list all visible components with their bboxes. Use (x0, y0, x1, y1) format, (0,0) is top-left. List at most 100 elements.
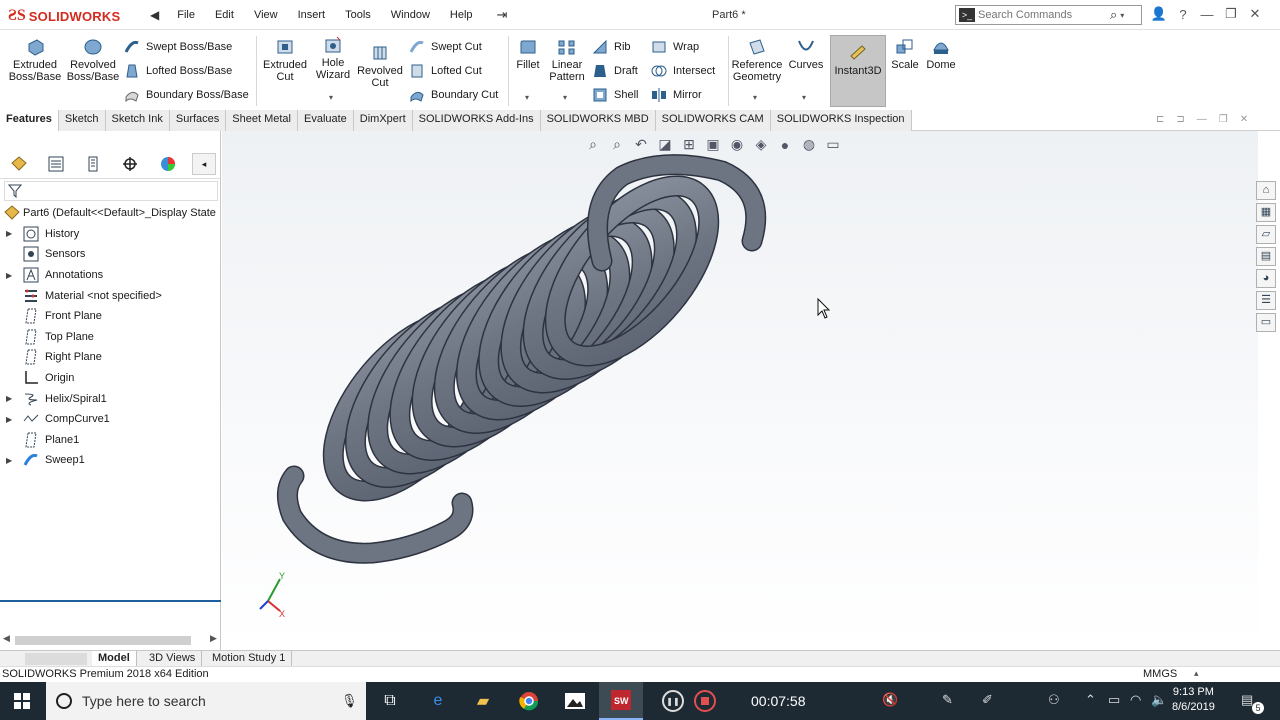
tree-item-plane1[interactable]: Plane1 (0, 430, 221, 451)
mirror-button[interactable]: Mirror (651, 87, 702, 103)
doc-minimize-icon[interactable]: — (1197, 114, 1207, 125)
doc-restore-icon[interactable]: ❐ (1219, 114, 1228, 125)
fillet-dropdown-icon[interactable]: ▾ (525, 93, 529, 102)
curves-dropdown-icon[interactable]: ▾ (802, 93, 806, 102)
user-icon[interactable]: 👤 (1150, 6, 1168, 22)
lofted-cut-button[interactable]: Lofted Cut (409, 63, 482, 79)
expand-icon[interactable]: ▶ (6, 229, 12, 238)
pause-button[interactable]: ❚❚ (662, 690, 684, 712)
solidworks-taskbar-icon[interactable]: SW (599, 682, 643, 720)
edge-icon[interactable]: e (416, 682, 460, 720)
fillet-button[interactable]: Fillet (512, 38, 544, 71)
file-explorer-taskbar-icon[interactable]: ▰ (461, 682, 505, 720)
tab-sheet-metal[interactable]: Sheet Metal (226, 110, 298, 131)
revolved-cut-button[interactable]: Revolved Cut (356, 44, 404, 89)
dome-button[interactable]: Dome (924, 38, 958, 71)
tree-item-material[interactable]: Material <not specified> (0, 285, 221, 306)
intersect-button[interactable]: Intersect (651, 63, 715, 79)
mute-icon[interactable]: 🔇 (882, 692, 898, 708)
microphone-icon[interactable]: 🎙 (341, 693, 358, 709)
feature-manager-tab[interactable] (7, 153, 31, 175)
tree-item-helix[interactable]: ▶ Helix/Spiral1 (0, 388, 221, 409)
lofted-boss-button[interactable]: Lofted Boss/Base (124, 63, 232, 79)
tab-surfaces[interactable]: Surfaces (169, 110, 227, 131)
tab-cam[interactable]: SOLIDWORKS CAM (655, 110, 771, 131)
forum-icon[interactable]: ▭ (1256, 313, 1276, 332)
tree-item-annotations[interactable]: ▶ Annotations (0, 265, 221, 286)
panel-scroll-icon[interactable]: ◂ (192, 153, 216, 175)
scroll-right-icon[interactable]: ▶ (210, 633, 217, 644)
swept-cut-button[interactable]: Swept Cut (409, 39, 482, 55)
tree-item-top-plane[interactable]: Top Plane (0, 327, 221, 348)
tree-item-right-plane[interactable]: Right Plane (0, 347, 221, 368)
minimize-icon[interactable]: — (1198, 7, 1216, 22)
help-icon[interactable]: ? (1174, 7, 1192, 22)
instant3d-button[interactable]: Instant3D (830, 35, 886, 107)
display-manager-tab[interactable] (156, 153, 180, 175)
extruded-cut-button[interactable]: Extruded Cut (260, 38, 310, 83)
chrome-icon[interactable] (507, 682, 551, 720)
show-hidden-icons[interactable]: ⌃ (1085, 692, 1096, 708)
boundary-boss-button[interactable]: Boundary Boss/Base (124, 87, 249, 103)
rib-button[interactable]: Rib (592, 39, 631, 55)
menu-help[interactable]: Help (440, 7, 483, 23)
hole-wizard-dropdown-icon[interactable]: ▾ (329, 93, 333, 102)
extruded-boss-button[interactable]: Extruded Boss/Base (8, 38, 62, 83)
magnifier-icon[interactable]: ⌕ (1110, 7, 1117, 23)
wrap-button[interactable]: Wrap (651, 39, 699, 55)
spring-model[interactable]: Y X (222, 131, 1258, 650)
tree-item-origin[interactable]: Origin (0, 368, 221, 389)
pin-icon[interactable]: ⇥ (497, 7, 508, 23)
doc-tile-right-icon[interactable]: ⊐ (1176, 114, 1184, 125)
task-view-icon[interactable]: ⧉ (368, 682, 412, 720)
tree-root-part[interactable]: Part6 (Default<<Default>_Display State (0, 203, 221, 224)
draw-off-icon[interactable]: ✎ (942, 692, 953, 708)
tab-sketch-ink[interactable]: Sketch Ink (105, 110, 170, 131)
photos-icon[interactable] (553, 682, 597, 720)
menu-tools[interactable]: Tools (335, 7, 381, 23)
taskbar-search[interactable]: Type here to search 🎙 (46, 682, 366, 720)
shell-button[interactable]: Shell (592, 87, 638, 103)
volume-icon[interactable]: 🔈 (1151, 692, 1167, 708)
view-palette-icon[interactable]: ▤ (1256, 247, 1276, 266)
tab-model[interactable]: Model (92, 651, 137, 666)
expand-icon[interactable]: ▶ (6, 456, 12, 465)
pen-icon[interactable]: ✐ (982, 692, 993, 708)
tree-item-front-plane[interactable]: Front Plane (0, 306, 221, 327)
doc-close-icon[interactable]: ✕ (1240, 114, 1248, 125)
close-icon[interactable]: ✕ (1246, 6, 1264, 22)
appearances-icon[interactable]: ◕ (1256, 269, 1276, 288)
boundary-cut-button[interactable]: Boundary Cut (409, 87, 498, 103)
wifi-icon[interactable]: ◠ (1130, 692, 1141, 708)
menu-edit[interactable]: Edit (205, 7, 244, 23)
linear-pattern-button[interactable]: Linear Pattern (546, 38, 588, 83)
tab-mbd[interactable]: SOLIDWORKS MBD (540, 110, 656, 131)
expand-icon[interactable]: ▶ (6, 415, 12, 424)
menu-window[interactable]: Window (381, 7, 440, 23)
graphics-area[interactable]: ⌕ ⌕ ↶ ◪ ⊞ ▣ ◉ ◈ ● ◍ ▭ Y X (222, 131, 1258, 650)
tree-item-sensors[interactable]: Sensors (0, 244, 221, 265)
tab-sketch[interactable]: Sketch (58, 110, 106, 131)
rollback-bar[interactable] (0, 600, 221, 602)
tree-item-compcurve[interactable]: ▶ CompCurve1 (0, 409, 221, 430)
tab-evaluate[interactable]: Evaluate (297, 110, 354, 131)
tab-dimxpert[interactable]: DimXpert (353, 110, 413, 131)
reference-geometry-dropdown-icon[interactable]: ▾ (753, 93, 757, 102)
revolved-boss-button[interactable]: Revolved Boss/Base (66, 38, 120, 83)
menu-view[interactable]: View (244, 7, 288, 23)
search-input[interactable] (978, 9, 1106, 21)
swept-boss-button[interactable]: Swept Boss/Base (124, 39, 232, 55)
tree-filter[interactable] (4, 181, 218, 201)
units-dropdown-icon[interactable]: ▴ (1194, 668, 1199, 679)
expand-icon[interactable]: ▶ (6, 394, 12, 403)
scrollbar-thumb[interactable] (15, 636, 191, 645)
scale-button[interactable]: Scale (890, 38, 920, 71)
units-selector[interactable]: MMGS (1143, 668, 1177, 680)
doc-tile-left-icon[interactable]: ⊏ (1156, 114, 1164, 125)
custom-properties-icon[interactable]: ☰ (1256, 291, 1276, 310)
scroll-left-icon[interactable]: ◀ (3, 633, 10, 644)
menu-collapse-arrow-icon[interactable]: ◀ (150, 8, 159, 22)
network-status-icon[interactable]: ▭ (1108, 692, 1120, 708)
configuration-manager-tab[interactable] (81, 153, 105, 175)
tab-navigation-arrows[interactable] (25, 653, 87, 665)
